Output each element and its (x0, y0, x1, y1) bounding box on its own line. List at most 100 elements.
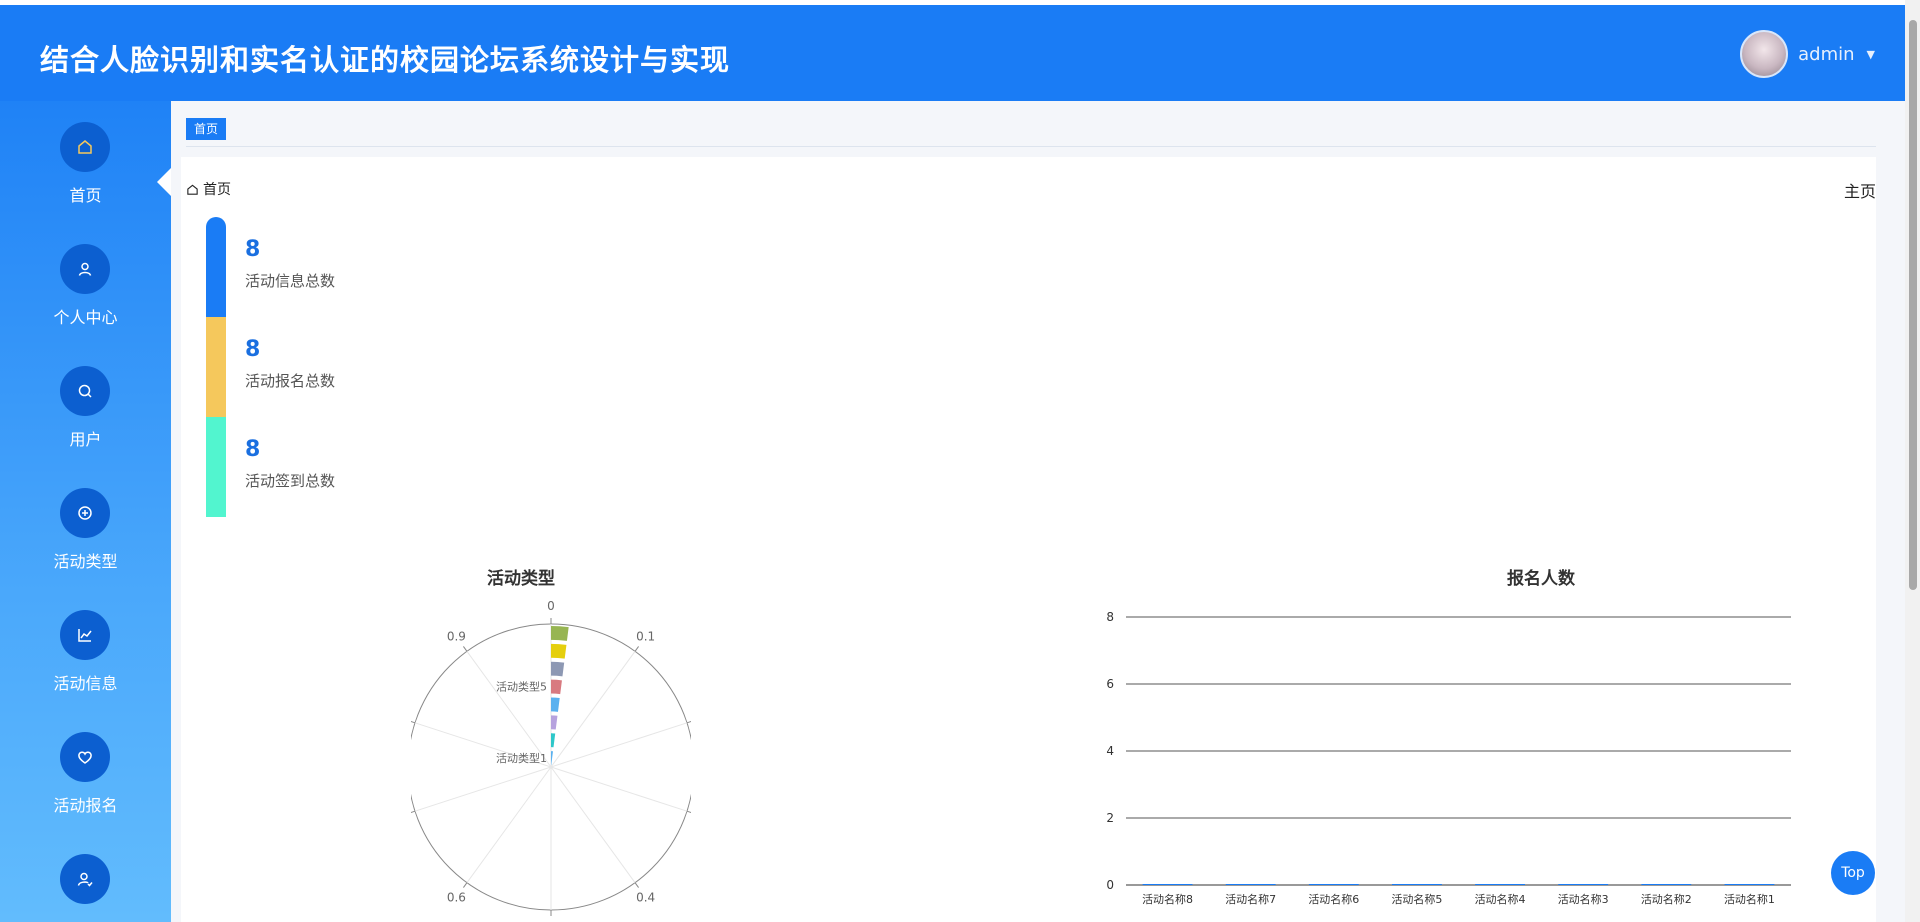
sidebar-item-users[interactable]: 用户 (0, 366, 171, 476)
polar-bar[interactable] (551, 626, 569, 641)
app-title: 结合人脸识别和实名认证的校园论坛系统设计与实现 (40, 43, 731, 77)
polar-tick-mark (463, 646, 468, 652)
stat-activity-signup: 8 活动报名总数 (245, 337, 335, 391)
stat-value: 8 (245, 437, 261, 462)
stat-activity-checkin: 8 活动签到总数 (245, 437, 335, 491)
home-icon (60, 122, 110, 172)
sidebar-item-label: 活动类型 (53, 552, 118, 571)
y-tick-label: 0 (1106, 878, 1114, 892)
stat-activity-info: 8 活动信息总数 (245, 237, 335, 291)
x-tick-label: 活动名称3 (1558, 892, 1609, 906)
bar[interactable] (1641, 884, 1692, 885)
polar-bar[interactable] (551, 751, 553, 766)
line-chart-icon (60, 610, 110, 660)
polar-bar[interactable] (551, 715, 558, 730)
sidebar-item-label: 用户 (69, 430, 102, 449)
user-icon (60, 244, 110, 294)
polar-split-line (550, 722, 688, 768)
stat-label: 活动签到总数 (245, 472, 336, 490)
bar[interactable] (1308, 884, 1359, 885)
scrollbar[interactable] (1905, 0, 1920, 922)
polar-split-line (414, 766, 552, 812)
y-tick-label: 8 (1106, 610, 1114, 624)
active-indicator (157, 168, 171, 196)
polar-tick-label: 0.4 (636, 890, 655, 904)
y-tick-label: 6 (1106, 677, 1114, 691)
sidebar: 首页 个人中心 用户 活动类型 活动信息 活动报名 (0, 101, 171, 922)
bar[interactable] (1724, 884, 1775, 885)
user-check-icon (60, 854, 110, 904)
home-link[interactable]: 主页 (1844, 178, 1876, 202)
breadcrumb-current[interactable]: 首页 (203, 179, 231, 199)
content-panel: 首页 主页 8 活动信息总数 8 活动报名总数 8 活动签到总数 活动类型 00… (181, 157, 1876, 922)
polar-tick-label: 0.6 (447, 890, 466, 904)
bar[interactable] (1475, 884, 1525, 885)
x-tick-label: 活动名称6 (1308, 892, 1359, 906)
y-tick-label: 4 (1106, 744, 1114, 758)
polar-tick-label: 0 (547, 599, 555, 613)
avatar[interactable] (1740, 30, 1789, 78)
sidebar-item-label: 首页 (69, 186, 102, 205)
polar-split-line (550, 651, 636, 768)
stat-label: 活动报名总数 (245, 372, 336, 390)
search-icon (60, 366, 110, 416)
x-tick-label: 活动名称7 (1225, 892, 1276, 906)
polar-radius-label: 活动类型1 (496, 751, 547, 765)
polar-bar[interactable] (551, 733, 556, 748)
x-tick-label: 活动名称4 (1475, 892, 1526, 906)
chevron-down-icon[interactable]: ▼ (1867, 48, 1875, 61)
home-icon (187, 184, 198, 195)
bar[interactable] (1142, 884, 1193, 885)
bar[interactable] (1392, 884, 1442, 885)
username[interactable]: admin (1798, 44, 1854, 65)
sidebar-item-home[interactable]: 首页 (0, 122, 171, 232)
polar-tick-mark (634, 646, 639, 652)
heart-icon (60, 732, 110, 782)
stat-color-bar (206, 217, 226, 517)
sidebar-item-activity-signup[interactable]: 活动报名 (0, 732, 171, 842)
tab-home[interactable]: 首页 (186, 118, 227, 140)
polar-tick-mark (686, 810, 691, 814)
polar-split-line (550, 766, 688, 812)
polar-chart: 00.10.20.30.40.50.60.70.80.9活动类型1活动类型5 (411, 599, 691, 922)
polar-tick-mark (634, 882, 639, 888)
polar-split-line (466, 651, 552, 768)
x-tick-label: 活动名称2 (1641, 892, 1692, 906)
main-area: 首页 首页 主页 8 活动信息总数 8 活动报名总数 8 活动签到总数 活动类型… (171, 101, 1905, 922)
sidebar-item-profile[interactable]: 个人中心 (0, 244, 171, 354)
polar-split-line (550, 766, 636, 883)
breadcrumb: 首页 (186, 179, 231, 199)
stat-label: 活动信息总数 (245, 272, 336, 290)
sidebar-item-checkin[interactable] (0, 854, 171, 922)
bar[interactable] (1558, 884, 1609, 885)
y-tick-label: 2 (1106, 811, 1114, 825)
x-tick-label: 活动名称5 (1391, 892, 1442, 906)
polar-split-line (466, 766, 552, 883)
tab-bar: 首页 (186, 115, 1876, 147)
sidebar-item-activity-info[interactable]: 活动信息 (0, 610, 171, 720)
polar-tick-label: 0.1 (636, 630, 655, 644)
top-bar: 结合人脸识别和实名认证的校园论坛系统设计与实现 admin ▼ (0, 0, 1905, 101)
scrollbar-thumb[interactable] (1909, 20, 1917, 590)
stat-segment (206, 417, 226, 517)
x-tick-label: 活动名称8 (1142, 892, 1193, 906)
user-menu[interactable]: admin ▼ (1740, 30, 1875, 78)
back-to-top-button[interactable]: Top (1831, 851, 1875, 895)
polar-bar[interactable] (551, 643, 567, 659)
stat-value: 8 (245, 337, 261, 362)
stat-segment (206, 217, 226, 317)
sidebar-item-activity-type[interactable]: 活动类型 (0, 488, 171, 598)
polar-radius-label: 活动类型5 (496, 680, 547, 694)
polar-bar[interactable] (551, 661, 565, 677)
sidebar-item-label: 活动信息 (53, 674, 118, 693)
polar-tick-mark (411, 810, 416, 814)
x-tick-label: 活动名称1 (1724, 892, 1775, 906)
sidebar-item-label: 活动报名 (53, 796, 118, 815)
polar-tick-mark (411, 720, 416, 724)
polar-bar[interactable] (551, 697, 560, 712)
polar-bar[interactable] (551, 679, 562, 695)
bar[interactable] (1225, 884, 1276, 885)
chart-title-signup-count: 报名人数 (1507, 569, 1575, 589)
polar-tick-mark (463, 882, 468, 888)
sidebar-item-label: 个人中心 (53, 308, 118, 327)
